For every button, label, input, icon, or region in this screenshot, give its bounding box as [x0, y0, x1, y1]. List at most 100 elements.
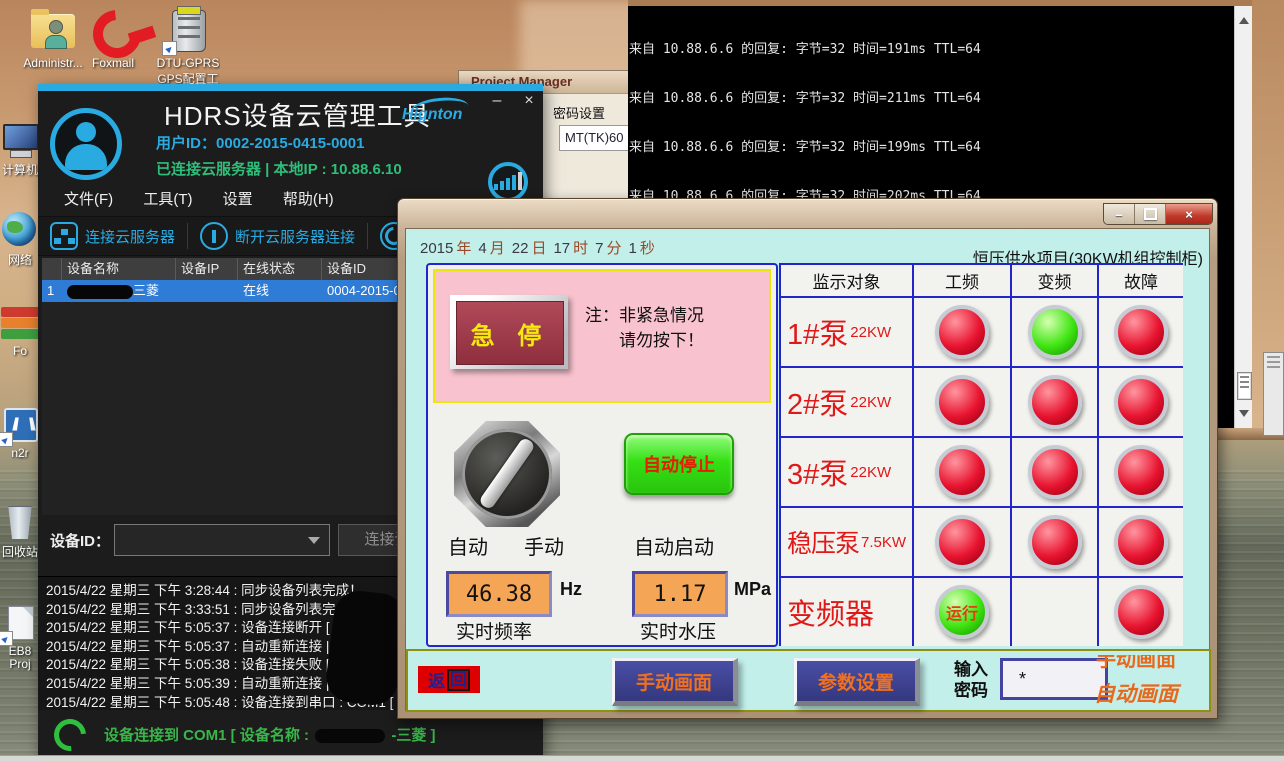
- dtu-connector-icon: [164, 6, 212, 54]
- globe-icon: [0, 210, 40, 250]
- disconnect-server-button[interactable]: 断开云服务器连接: [188, 222, 367, 250]
- manual-screen-button[interactable]: 手动画面: [612, 658, 738, 706]
- status-lamp: [1114, 445, 1168, 499]
- redaction-blob: [315, 729, 385, 743]
- desktop-icon-network[interactable]: 网络: [0, 210, 40, 268]
- emergency-stop-button[interactable]: 急 停: [450, 295, 568, 369]
- terminal-scrollbar[interactable]: [1234, 6, 1252, 428]
- background-scrollbar-fragment: [1263, 352, 1284, 436]
- inverter-run-cell: 运行: [914, 578, 1010, 646]
- menu-tools[interactable]: 工具(T): [143, 191, 192, 208]
- back-button[interactable]: 返回: [418, 666, 480, 693]
- header-fault: 故障: [1099, 265, 1183, 296]
- vm-icon: [0, 405, 40, 445]
- status-lamp: [1028, 445, 1082, 499]
- device-name-cell: 三菱: [62, 280, 176, 302]
- header-monitor-object: 监示对象: [781, 265, 912, 296]
- user-id-text: 用户ID：0002-2015-0415-0001: [156, 132, 364, 153]
- pump2-fault-cell: [1099, 368, 1183, 436]
- maximize-button[interactable]: [1135, 204, 1166, 224]
- minimize-button[interactable]: –: [486, 92, 508, 110]
- auto-stop-button[interactable]: 自动停止: [624, 433, 734, 495]
- emergency-panel: 急 停 注：非紧急情况 请勿按下！: [433, 269, 771, 403]
- maximize-icon: [1144, 208, 1157, 220]
- pump1-fault-cell: [1099, 298, 1183, 366]
- ping-line: 来自 10.88.6.6 的回复: 字节=32 时间=199ms TTL=64: [629, 140, 1252, 156]
- close-button[interactable]: ×: [518, 92, 540, 110]
- close-button[interactable]: ×: [1166, 204, 1212, 224]
- icon-label: DTU-GPRS: [156, 56, 220, 70]
- stop-circle-icon: [200, 222, 228, 250]
- status-lamp: [1028, 305, 1082, 359]
- pump2-varfreq-cell: [1012, 368, 1097, 436]
- model-field[interactable]: MT(TK)60: [559, 125, 638, 151]
- taskbar-edge: [0, 755, 1284, 761]
- connection-status-text: 已连接云服务器 | 本地IP : 10.88.6.10: [156, 158, 402, 179]
- hmi-datetime: 2015年4月22日17时7分1秒: [420, 237, 662, 258]
- auto-manual-knob[interactable]: [454, 421, 560, 527]
- status-lamp: [1114, 585, 1168, 639]
- password-label: 输入 密码: [954, 659, 988, 701]
- minimize-button[interactable]: –: [1104, 204, 1135, 224]
- knob-face-icon: [462, 429, 552, 519]
- params-settings-button[interactable]: 参数设置: [794, 658, 920, 706]
- password-input[interactable]: *: [1000, 658, 1108, 700]
- inverter-empty-cell: [1012, 578, 1097, 646]
- desktop-icon-ebs-project[interactable]: EB8 Proj: [0, 604, 40, 671]
- col-device-name: 设备名称: [62, 258, 176, 280]
- status-lamp: [1114, 305, 1168, 359]
- col-online-status: 在线状态: [238, 258, 322, 280]
- desktop-icon-fo[interactable]: Fo: [0, 303, 40, 358]
- col-device-ip: 设备IP: [176, 258, 238, 280]
- connect-server-button[interactable]: 连接云服务器: [38, 222, 187, 250]
- pressure-unit: MPa: [734, 579, 771, 600]
- desktop-icon-foxmail[interactable]: Foxmail: [84, 6, 142, 70]
- user-avatar-icon: [50, 108, 122, 180]
- inverter-fault-cell: [1099, 578, 1183, 646]
- desktop-screen: Administr... Foxmail DTU-GPRS GPS配置工 计算机…: [0, 0, 1284, 761]
- redaction-blob: [323, 588, 408, 708]
- stabilizer-pump-label: 稳压泵7.5KW: [781, 508, 912, 576]
- selector-auto-label: 自动: [448, 531, 488, 560]
- stabilizer-varfreq-cell: [1012, 508, 1097, 576]
- recycle-bin-icon: [0, 502, 40, 542]
- run-lamp: 运行: [935, 585, 989, 639]
- selector-manual-label: 手动: [524, 531, 564, 560]
- status-lamp: [935, 305, 989, 359]
- status-bar-text: 设备连接到 COM1 [ 设备名称 : -三菱 ]: [104, 724, 436, 745]
- stabilizer-linefreq-cell: [914, 508, 1010, 576]
- frequency-label: 实时频率: [456, 617, 532, 644]
- menu-settings[interactable]: 设置: [223, 191, 253, 208]
- chevron-down-icon: [308, 537, 320, 550]
- status-lamp: [935, 515, 989, 569]
- col-num: [42, 258, 62, 280]
- pump1-varfreq-cell: [1012, 298, 1097, 366]
- pump3-fault-cell: [1099, 438, 1183, 506]
- menu-file[interactable]: 文件(F): [64, 191, 113, 208]
- desktop-icon-recycle-bin[interactable]: 回收站: [0, 502, 40, 560]
- frequency-readout: 46.38: [446, 571, 552, 617]
- network-nodes-icon: [50, 222, 78, 250]
- pump3-linefreq-cell: [914, 438, 1010, 506]
- emergency-note: 注：非紧急情况 请勿按下！: [585, 303, 704, 353]
- desktop-icon-n2r[interactable]: n2r: [0, 405, 40, 460]
- desktop-icon-computer[interactable]: 计算机: [0, 120, 40, 178]
- device-id-label: 设备ID：: [50, 530, 110, 551]
- document-icon: [0, 604, 40, 644]
- menu-help[interactable]: 帮助(H): [283, 191, 334, 208]
- redaction-blob: [67, 285, 133, 299]
- scroll-down-icon[interactable]: [1239, 410, 1249, 422]
- shortcut-arrow-icon: [162, 41, 177, 56]
- hignton-logo: Hignton: [402, 106, 462, 124]
- pressure-label: 实时水压: [640, 617, 716, 644]
- pump3-varfreq-cell: [1012, 438, 1097, 506]
- scrollbar-thumb[interactable]: [1237, 372, 1252, 400]
- status-lamp: [1114, 515, 1168, 569]
- pump3-label: 3#泵22KW: [781, 438, 912, 506]
- device-id-dropdown[interactable]: [114, 524, 330, 556]
- desktop-icon-dtu-gprs[interactable]: DTU-GPRS GPS配置工: [156, 6, 220, 87]
- header-line-freq: 工频: [914, 265, 1010, 296]
- stabilizer-fault-cell: [1099, 508, 1183, 576]
- pump2-linefreq-cell: [914, 368, 1010, 436]
- scroll-up-icon[interactable]: [1239, 12, 1249, 24]
